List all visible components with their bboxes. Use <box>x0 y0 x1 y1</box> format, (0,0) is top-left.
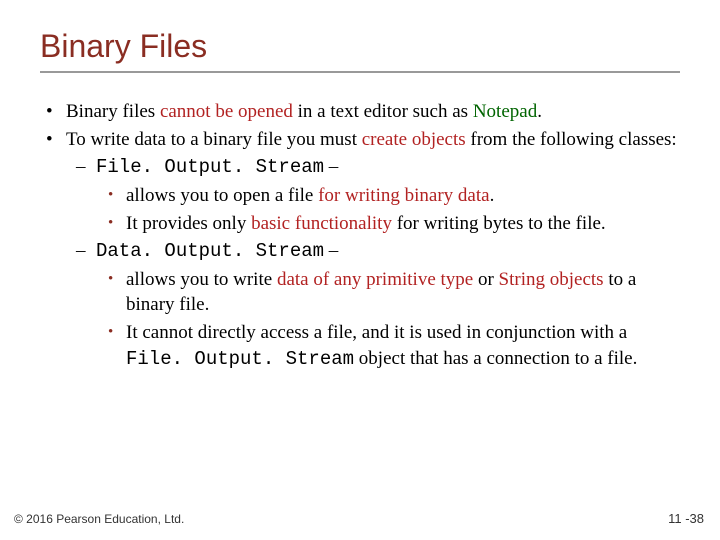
text-highlight: for writing binary data <box>318 185 489 206</box>
footer-page-number: 11 -38 <box>668 511 704 526</box>
text: from the following classes: <box>466 129 677 150</box>
text: allows you to open a file <box>126 185 318 206</box>
text: object that has a connection to a file. <box>354 348 637 369</box>
subsubbullet: allows you to open a file for writing bi… <box>40 183 680 209</box>
code-class-name: File. Output. Stream <box>126 348 354 370</box>
text: or <box>473 269 498 290</box>
text: in a text editor such as <box>293 101 473 122</box>
subbullet-fileoutputstream: File. Output. Stream – <box>40 154 680 181</box>
text: To write data to a binary file you must <box>66 129 362 150</box>
text: – <box>324 240 338 261</box>
text-app-name: Notepad <box>473 101 537 122</box>
text-highlight: basic functionality <box>251 213 392 234</box>
text: It cannot directly access a file, and it… <box>126 322 627 343</box>
text: . <box>490 185 495 206</box>
subsubbullet: It cannot directly access a file, and it… <box>40 320 680 372</box>
code-class-name: File. Output. Stream <box>96 156 324 178</box>
code-class-name: Data. Output. Stream <box>96 240 324 262</box>
subsubbullet: allows you to write data of any primitiv… <box>40 267 680 318</box>
slide-content: Binary files cannot be opened in a text … <box>40 99 680 372</box>
bullet-2: To write data to a binary file you must … <box>40 127 680 153</box>
text: – <box>324 156 338 177</box>
subbullet-dataoutputstream: Data. Output. Stream – <box>40 238 680 265</box>
slide: Binary Files Binary files cannot be open… <box>0 0 720 540</box>
slide-title: Binary Files <box>40 28 680 73</box>
bullet-1: Binary files cannot be opened in a text … <box>40 99 680 125</box>
subsubbullet: It provides only basic functionality for… <box>40 211 680 237</box>
text: It provides only <box>126 213 251 234</box>
footer-copyright: © 2016 Pearson Education, Ltd. <box>14 512 184 526</box>
text: for writing bytes to the file. <box>392 213 606 234</box>
text: . <box>537 101 542 122</box>
text-highlight: create objects <box>362 129 466 150</box>
text: allows you to write <box>126 269 277 290</box>
text-highlight: String objects <box>499 269 604 290</box>
text-highlight: cannot be opened <box>160 101 293 122</box>
text: Binary files <box>66 101 160 122</box>
text-highlight: data of any primitive type <box>277 269 473 290</box>
